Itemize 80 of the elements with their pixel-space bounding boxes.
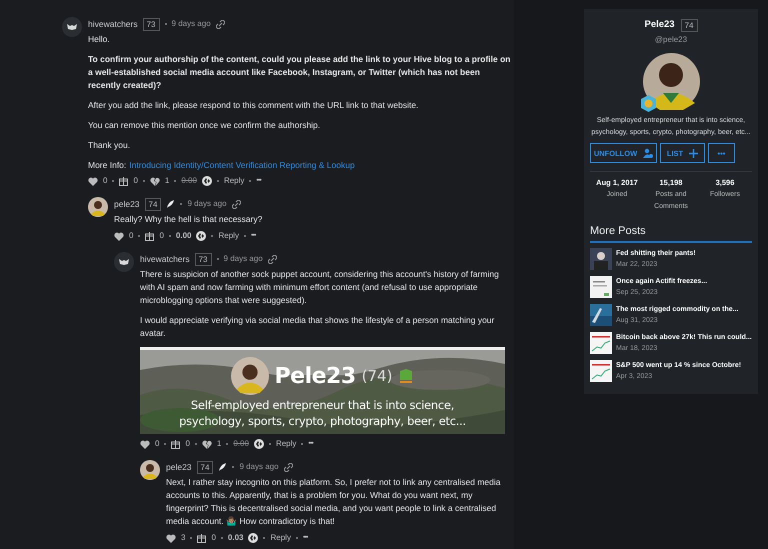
post-thumbnail-icon[interactable] [590, 276, 612, 298]
badge-icon [398, 368, 414, 384]
comment-paragraph: I would appreciate verifying via social media that shows the lifestyle of a person matching your avatar. [140, 314, 496, 340]
profile-avatar [642, 53, 700, 110]
post-thumbnail-icon[interactable] [590, 304, 612, 326]
author-name[interactable]: hivewatchers [140, 252, 190, 266]
hive-logo-icon[interactable] [248, 533, 258, 543]
post-thumbnail-icon[interactable] [590, 332, 612, 354]
banner-reputation: (74) [362, 370, 392, 382]
gift-icon[interactable] [145, 231, 154, 241]
plus-icon [689, 148, 698, 158]
hive-logo-icon[interactable] [202, 176, 212, 186]
payout-amount: 0.03 [228, 532, 244, 544]
gift-count: 0 [133, 175, 138, 187]
link-icon[interactable] [284, 462, 293, 472]
more-posts-heading: More Posts [590, 223, 752, 243]
avatar[interactable] [140, 460, 160, 480]
user-minus-icon [643, 148, 654, 158]
gift-count: 0 [185, 438, 190, 450]
author-name[interactable]: pele23 [166, 460, 192, 474]
comment-paragraph: To confirm your authorship of the content, could you please add the link to your Hive blog to a profile on a well-established social media account like Facebook, Instagram, or Twitter (which has not been recently created)? [88, 53, 512, 92]
reputation-badge: 74 [196, 460, 214, 474]
heart-icon[interactable] [140, 440, 150, 448]
gift-count: 0 [159, 230, 164, 242]
heart-icon[interactable] [166, 534, 176, 542]
vote-count: 0 [129, 230, 134, 242]
more-info-label: More Info: [88, 159, 126, 172]
reply-button[interactable]: Reply [224, 175, 244, 187]
payout-amount: 0.00 [233, 438, 249, 450]
hive-logo-icon[interactable] [196, 231, 206, 241]
reputation-badge: 73 [142, 18, 160, 30]
downvote-count: 1 [216, 438, 222, 450]
gift-icon[interactable] [119, 176, 128, 186]
comment-paragraph: After you add the link, please respond to this comment with the URL link to that website. [88, 99, 420, 112]
comment-paragraph: You can remove this mention once we confirm the authorship. [88, 119, 322, 132]
timestamp: 9 days ago [239, 461, 279, 473]
post-thumbnail-icon[interactable] [590, 360, 612, 382]
owl-avatar-icon[interactable] [114, 252, 134, 272]
hexagon-badge-icon [640, 95, 656, 112]
payout-amount: 0.00 [181, 175, 197, 187]
link-icon[interactable] [268, 254, 277, 264]
reply-button[interactable]: Reply [218, 230, 239, 242]
banner-bio: Self-employed entrepreneur that is into science, psychology, sports, crypto, photography, beer, etc... [178, 397, 467, 429]
reputation-badge: 74 [144, 198, 162, 210]
author-name[interactable]: hivewatchers [88, 18, 138, 30]
reply-button[interactable]: Reply [276, 438, 296, 450]
gift-count: 0 [211, 532, 216, 544]
link-icon[interactable] [232, 200, 241, 208]
comment-paragraph: Thank you. [88, 139, 132, 152]
timestamp: 9 days ago [224, 253, 263, 265]
timestamp: 9 days ago [172, 18, 211, 30]
owl-avatar-icon[interactable] [62, 17, 82, 37]
gift-icon[interactable] [197, 533, 206, 543]
heart-icon[interactable] [114, 232, 124, 240]
comment-paragraph: Hello. [88, 33, 111, 46]
heart-icon[interactable] [88, 176, 98, 186]
link-icon[interactable] [216, 20, 225, 28]
timestamp: 9 days ago [187, 198, 227, 210]
broken-heart-icon[interactable] [202, 440, 212, 448]
broken-heart-icon[interactable] [150, 176, 160, 186]
vote-count: 3 [181, 532, 186, 544]
reputation-badge: 74 [680, 18, 698, 32]
article-link[interactable]: Introducing Identity/Content Verification Reporting & Lookup [129, 159, 355, 172]
comment-paragraph: Really? Why the hell is that necessary? [114, 213, 264, 226]
hive-logo-icon[interactable] [254, 439, 264, 449]
comment-paragraph: Next, I rather stay incognito on this platform. So, I prefer not to link any centralised media accounts to this. Apparently, that is a problem for you. What do you want next, my fingerprint? This is decentralised social media, and you want people to link a centralised media account. 🤷🏽‍♂ How contradictory is that! [166, 476, 502, 528]
author-name[interactable]: pele23 [114, 198, 140, 210]
gift-icon[interactable] [171, 439, 180, 449]
profile-name[interactable]: Pele23 [644, 18, 675, 32]
reply-button[interactable]: Reply [270, 532, 291, 544]
vote-count: 0 [103, 175, 108, 187]
post-thumbnail-icon[interactable] [590, 248, 612, 270]
payout-amount: 0.00 [176, 230, 192, 242]
avatar[interactable] [88, 197, 108, 217]
downvote-count: 1 [164, 175, 170, 187]
comment-paragraph: There is suspicion of another sock puppet account, considering this account's history of farming with AI spam and now farming with minimum effort content (and refusal to use appropriate microblogging options that were suggested). [140, 268, 500, 307]
profile-handle: @pele23 [654, 34, 688, 46]
reputation-badge: 73 [194, 252, 212, 266]
vote-count: 0 [155, 438, 160, 450]
avatar[interactable] [230, 357, 269, 395]
